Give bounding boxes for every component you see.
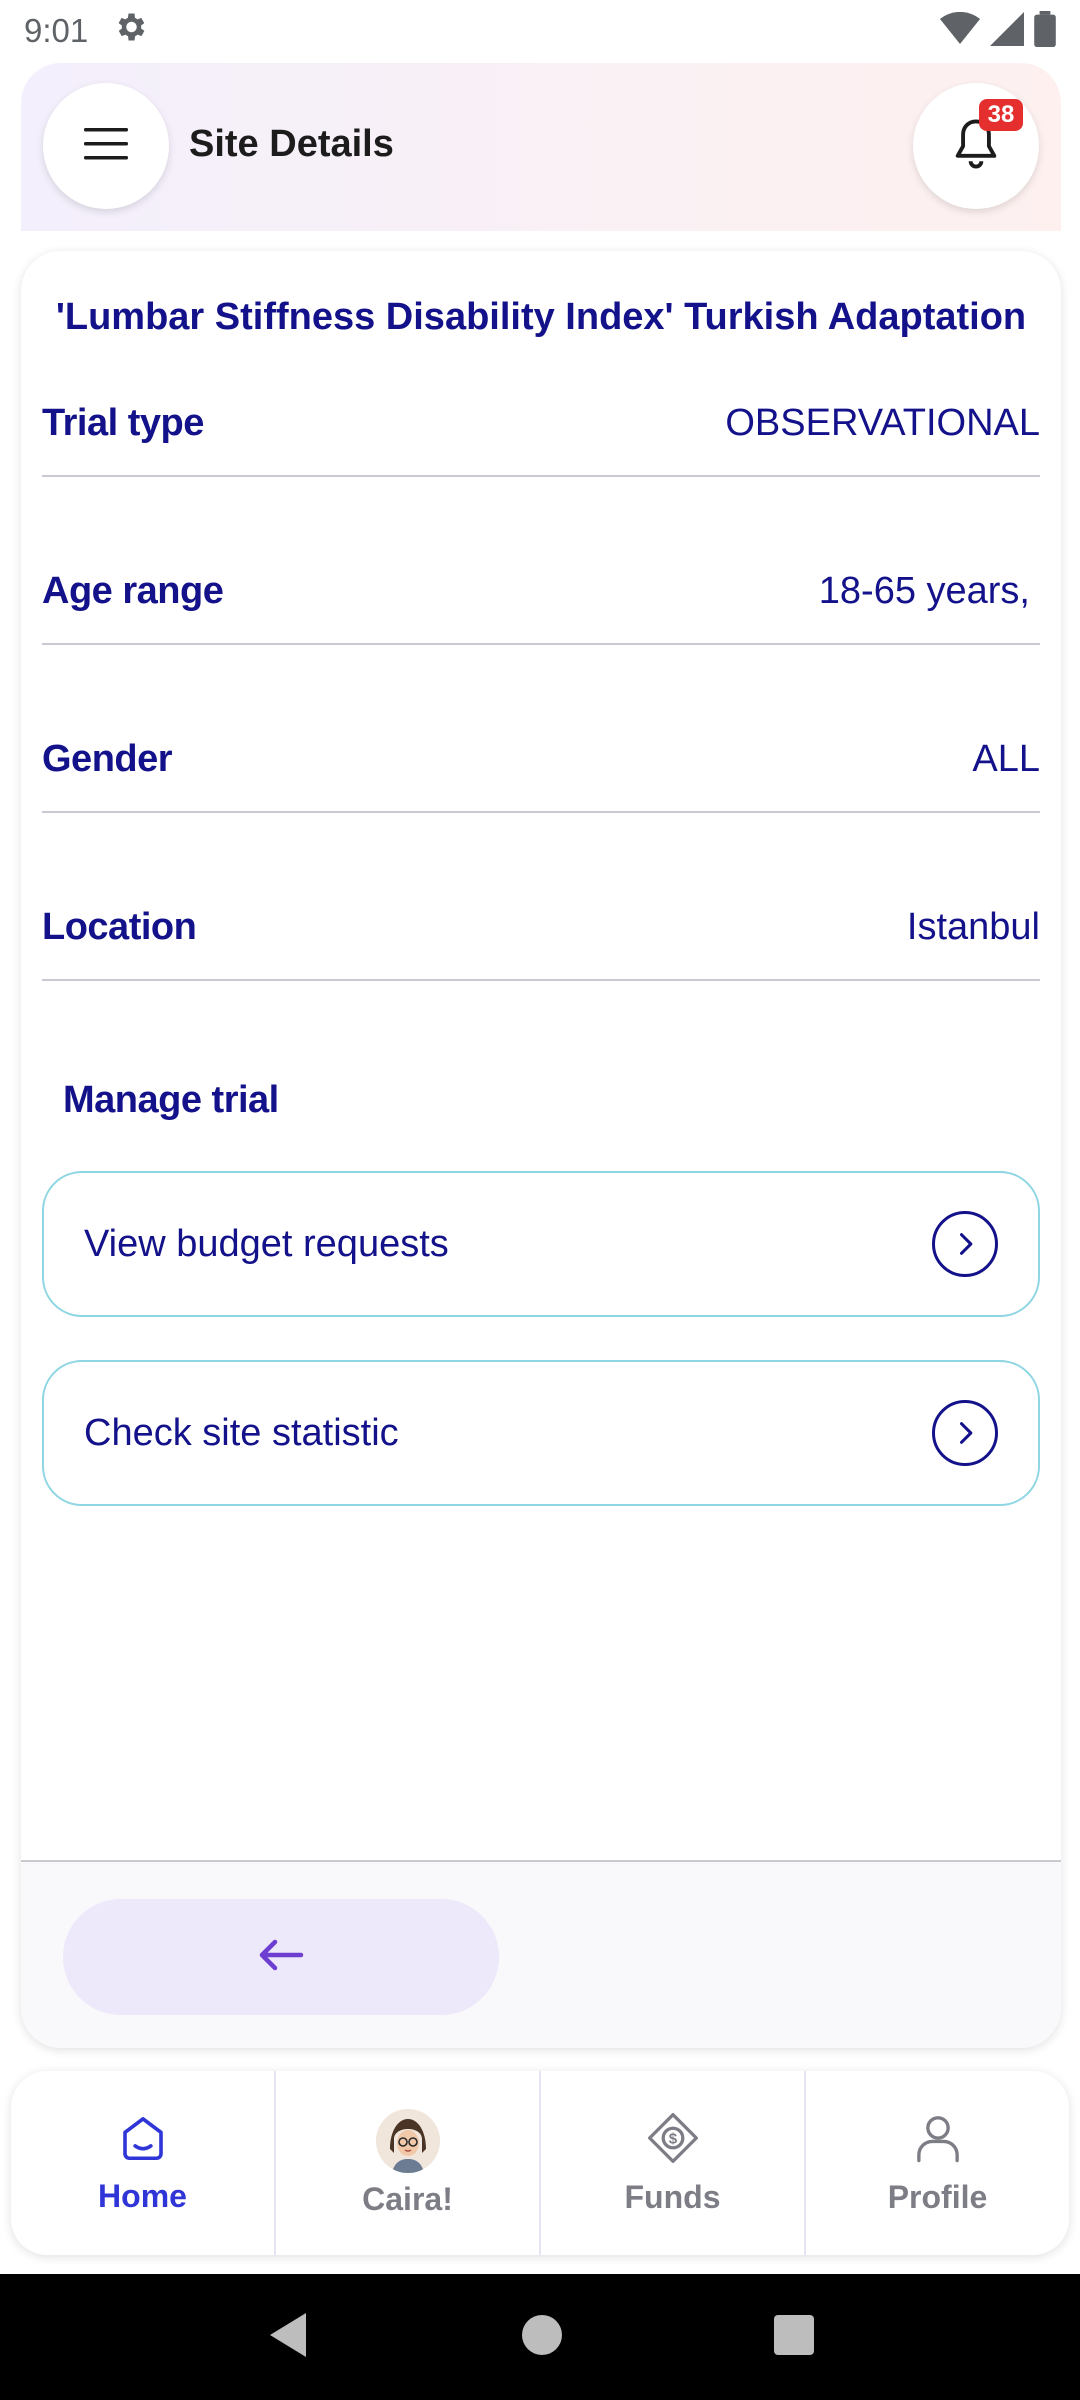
detail-row-trial-type: Trial type OBSERVATIONAL bbox=[42, 381, 1040, 477]
detail-label: Gender bbox=[42, 737, 173, 780]
chevron-right-icon bbox=[932, 1400, 998, 1466]
detail-row-location: Location Istanbul bbox=[42, 885, 1040, 981]
action-label: Check site statistic bbox=[84, 1411, 399, 1454]
hamburger-menu-icon bbox=[82, 124, 130, 169]
settings-icon bbox=[112, 9, 148, 53]
site-details-card: 'Lumbar Stiffness Disability Index' Turk… bbox=[21, 251, 1061, 2048]
detail-row-age-range: Age range 18-65 years, bbox=[42, 549, 1040, 645]
notification-count-badge: 38 bbox=[979, 99, 1023, 131]
system-home-icon[interactable] bbox=[522, 2314, 562, 2360]
site-details-screen: 9:01 Site Details 38 'Lumbar Stiffness D… bbox=[0, 0, 1080, 2400]
nav-item-home[interactable]: Home bbox=[11, 2071, 276, 2255]
detail-value: Istanbul bbox=[906, 905, 1040, 948]
cell-signal-icon bbox=[990, 11, 1024, 51]
detail-label: Trial type bbox=[42, 401, 204, 444]
wifi-icon bbox=[940, 11, 980, 51]
page-title: Site Details bbox=[189, 123, 394, 165]
status-left: 9:01 bbox=[24, 9, 148, 53]
battery-icon bbox=[1034, 10, 1056, 52]
status-icons bbox=[940, 10, 1056, 52]
manage-trial-heading: Manage trial bbox=[63, 1079, 279, 1121]
status-time: 9:01 bbox=[24, 12, 89, 49]
system-recents-icon[interactable] bbox=[774, 2314, 814, 2360]
system-back-icon[interactable] bbox=[266, 2311, 310, 2364]
detail-label: Location bbox=[42, 905, 197, 948]
nav-item-caira[interactable]: Caira! bbox=[276, 2071, 541, 2255]
svg-text:$: $ bbox=[668, 2130, 677, 2147]
nav-label-home: Home bbox=[98, 2178, 187, 2214]
view-budget-requests-button[interactable]: View budget requests bbox=[42, 1171, 1040, 1317]
back-button[interactable] bbox=[63, 1899, 499, 2015]
system-navigation-bar bbox=[0, 2274, 1080, 2400]
detail-label: Age range bbox=[42, 569, 224, 612]
trial-title: 'Lumbar Stiffness Disability Index' Turk… bbox=[55, 296, 1027, 338]
home-icon bbox=[116, 2111, 170, 2170]
profile-icon bbox=[911, 2110, 965, 2171]
nav-item-funds[interactable]: $ Funds bbox=[541, 2071, 806, 2255]
bottom-navigation: Home Caira! $ Funds Profile bbox=[11, 2071, 1069, 2255]
check-site-statistic-button[interactable]: Check site statistic bbox=[42, 1360, 1040, 1506]
detail-row-gender: Gender ALL bbox=[42, 717, 1040, 813]
arrow-left-icon bbox=[257, 1935, 305, 1980]
card-footer bbox=[21, 1860, 1061, 2048]
nav-label-profile: Profile bbox=[887, 2179, 988, 2215]
assistant-avatar bbox=[375, 2108, 440, 2173]
detail-value: 18-65 years, bbox=[818, 569, 1030, 612]
status-bar: 9:01 bbox=[0, 0, 1080, 62]
app-header: Site Details 38 bbox=[21, 63, 1061, 231]
chevron-right-icon bbox=[932, 1211, 998, 1277]
nav-item-profile[interactable]: Profile bbox=[806, 2071, 1069, 2255]
action-label: View budget requests bbox=[84, 1222, 449, 1265]
nav-label-funds: Funds bbox=[624, 2179, 721, 2215]
detail-value: ALL bbox=[972, 737, 1040, 780]
notifications-button[interactable]: 38 bbox=[913, 83, 1039, 209]
funds-icon: $ bbox=[643, 2110, 703, 2171]
nav-label-caira: Caira! bbox=[362, 2180, 453, 2217]
detail-value: OBSERVATIONAL bbox=[725, 401, 1040, 444]
menu-button[interactable] bbox=[43, 83, 169, 209]
